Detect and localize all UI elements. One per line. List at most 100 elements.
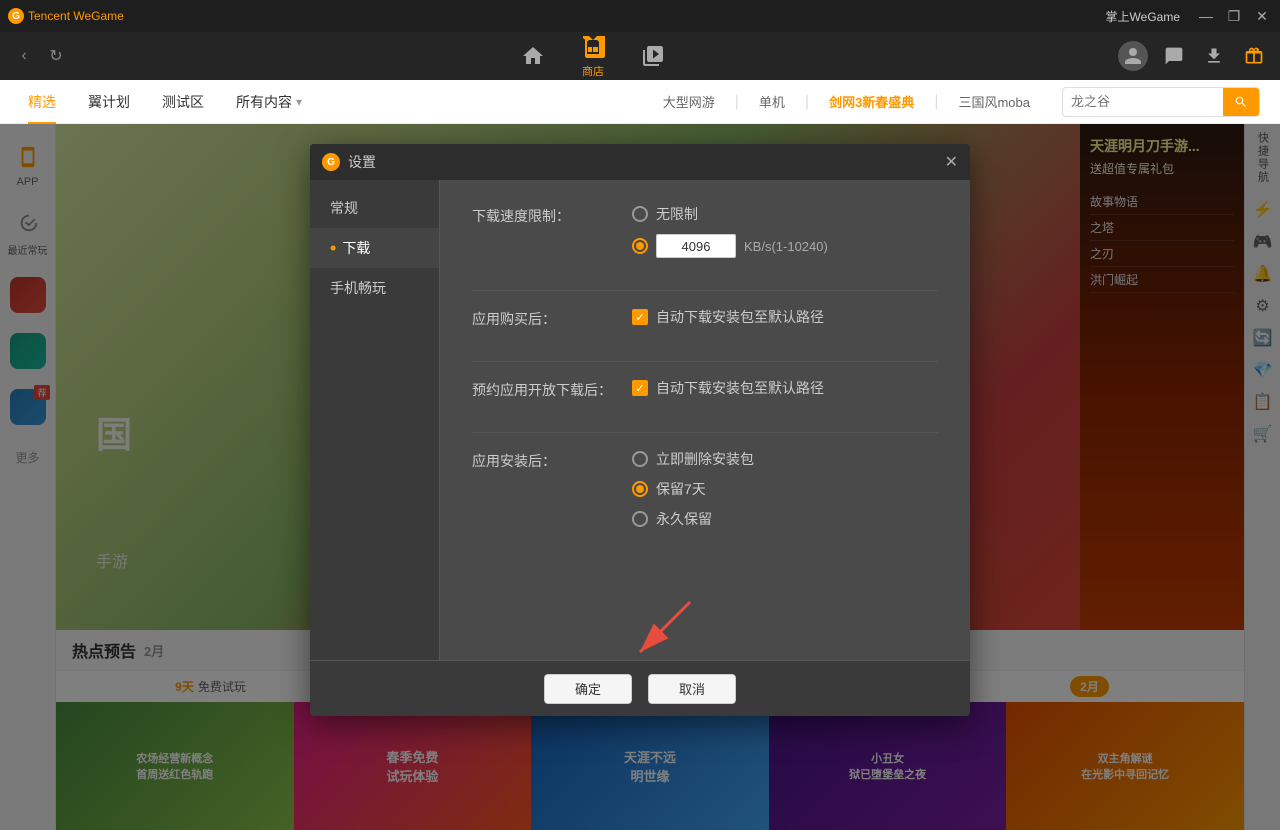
checkbox-reserve-label: 自动下载安装包至默认路径 xyxy=(656,378,824,398)
settings-row-purchase: 应用购买后： 自动下载安装包至默认路径 xyxy=(472,307,938,329)
store-icon xyxy=(579,33,607,61)
search-box xyxy=(1062,87,1260,117)
brand-label: 掌上WeGame xyxy=(1106,8,1180,25)
home-icon xyxy=(519,42,547,70)
nav-div2: | xyxy=(805,93,809,111)
speed-value-input[interactable] xyxy=(656,234,736,258)
reserve-controls: 自动下载安装包至默认路径 xyxy=(632,378,938,398)
checkbox-purchase[interactable]: 自动下载安装包至默认路径 xyxy=(632,307,938,327)
nav-link-jianwang[interactable]: 剑网3新春盛典 xyxy=(813,80,930,124)
toolbar-home-item[interactable] xyxy=(519,42,547,70)
dialog-footer: 确定 取消 xyxy=(310,660,970,716)
settings-row-install: 应用安装后： 立即删除安装包 保留7天 xyxy=(472,449,938,529)
dialog-sidebar: 常规 下载 手机畅玩 xyxy=(310,180,440,660)
nav-link-mmo[interactable]: 大型网游 xyxy=(647,80,731,124)
main-nav: 精选 翼计划 测试区 所有内容 ▾ 大型网游 | 单机 | 剑网3新春盛典 | … xyxy=(0,80,1280,124)
toolbar-center: 商店 xyxy=(84,33,1102,79)
nav-div1: | xyxy=(735,93,739,111)
toolbar-right xyxy=(1118,41,1268,71)
toolbar-icon-gift[interactable] xyxy=(1240,42,1268,70)
checkbox-purchase-box xyxy=(632,309,648,325)
divider-1 xyxy=(472,290,938,291)
toolbar-icon-msg[interactable] xyxy=(1160,42,1188,70)
app-logo: G Tencent WeGame xyxy=(8,8,124,24)
dialog-content: 下载速度限制： 无限制 xyxy=(440,180,970,660)
radio-forever-circle xyxy=(632,511,648,527)
purchase-controls: 自动下载安装包至默认路径 xyxy=(632,307,938,327)
all-content-arrow: ▾ xyxy=(296,95,302,109)
nav-link-single[interactable]: 单机 xyxy=(743,80,801,124)
user-avatar[interactable] xyxy=(1118,41,1148,71)
speed-controls: 无限制 KB/s(1-10240) xyxy=(632,204,938,258)
install-label: 应用安装后： xyxy=(472,449,612,471)
nav-item-featured[interactable]: 精选 xyxy=(12,80,72,124)
radio-custom[interactable]: KB/s(1-10240) xyxy=(632,234,938,258)
settings-dialog: G 设置 ✕ 常规 下载 手机畅玩 xyxy=(310,144,970,716)
dialog-body: 常规 下载 手机畅玩 下载速度限制： xyxy=(310,180,970,660)
settings-section-install: 应用安装后： 立即删除安装包 保留7天 xyxy=(472,449,938,529)
checkbox-reserve[interactable]: 自动下载安装包至默认路径 xyxy=(632,378,938,398)
restore-button[interactable]: ❐ xyxy=(1224,6,1244,26)
nav-item-test[interactable]: 测试区 xyxy=(146,80,220,124)
radio-delete-install[interactable]: 立即删除安装包 xyxy=(632,449,938,469)
radio-keep7[interactable]: 保留7天 xyxy=(632,479,938,499)
search-button[interactable] xyxy=(1223,88,1259,116)
video-icon xyxy=(639,42,667,70)
dialog-titlebar: G 设置 ✕ xyxy=(310,144,970,180)
toolbar-icon-download[interactable] xyxy=(1200,42,1228,70)
dialog-title-text: 设置 xyxy=(348,152,376,172)
confirm-button[interactable]: 确定 xyxy=(544,674,632,704)
install-controls: 立即删除安装包 保留7天 永久保留 xyxy=(632,449,938,529)
settings-row-reserve: 预约应用开放下载后： 自动下载安装包至默认路径 xyxy=(472,378,938,400)
refresh-button[interactable]: ↻ xyxy=(44,44,68,68)
nav-item-wing[interactable]: 翼计划 xyxy=(72,80,146,124)
radio-delete-label: 立即删除安装包 xyxy=(656,449,754,469)
close-button[interactable]: ✕ xyxy=(1252,6,1272,26)
content-area: APP 最近常玩 荐 更多 国 手游 天涯明月 xyxy=(0,124,1280,830)
radio-forever-label: 永久保留 xyxy=(656,509,712,529)
settings-section-speed: 下载速度限制： 无限制 xyxy=(472,204,938,258)
purchase-label: 应用购买后： xyxy=(472,307,612,329)
speed-unit-label: KB/s(1-10240) xyxy=(744,239,828,254)
radio-custom-circle xyxy=(632,238,648,254)
radio-unlimited-label: 无限制 xyxy=(656,204,698,224)
cancel-button[interactable]: 取消 xyxy=(648,674,736,704)
radio-unlimited[interactable]: 无限制 xyxy=(632,204,938,224)
titlebar-controls: 掌上WeGame — ❐ ✕ xyxy=(1106,6,1272,26)
speed-row: KB/s(1-10240) xyxy=(656,234,828,258)
radio-delete-circle xyxy=(632,451,648,467)
search-input[interactable] xyxy=(1063,90,1223,113)
d-sidebar-download-label: 下载 xyxy=(342,238,370,258)
install-radio-group: 立即删除安装包 保留7天 永久保留 xyxy=(632,449,938,529)
minimize-button[interactable]: — xyxy=(1196,6,1216,26)
nav-item-all[interactable]: 所有内容 ▾ xyxy=(220,80,318,124)
radio-keep7-circle xyxy=(632,481,648,497)
dialog-close-button[interactable]: ✕ xyxy=(945,152,958,172)
speed-radio-group: 无限制 KB/s(1-10240) xyxy=(632,204,938,258)
d-sidebar-general-label: 常规 xyxy=(330,198,358,218)
dialog-title-left: G 设置 xyxy=(322,152,376,172)
dialog-sidebar-item-mobile[interactable]: 手机畅玩 xyxy=(310,268,439,308)
radio-keep-forever[interactable]: 永久保留 xyxy=(632,509,938,529)
logo-g-icon: G xyxy=(8,8,24,24)
toolbar-store-item[interactable]: 商店 xyxy=(579,33,607,79)
settings-section-purchase: 应用购买后： 自动下载安装包至默认路径 xyxy=(472,307,938,329)
dialog-sidebar-item-general[interactable]: 常规 xyxy=(310,188,439,228)
store-label: 商店 xyxy=(582,63,604,79)
settings-section-reserve: 预约应用开放下载后： 自动下载安装包至默认路径 xyxy=(472,378,938,400)
dialog-logo-icon: G xyxy=(322,153,340,171)
dialog-sidebar-item-download[interactable]: 下载 xyxy=(310,228,439,268)
divider-2 xyxy=(472,361,938,362)
toolbar-video-item[interactable] xyxy=(639,42,667,70)
checkbox-reserve-box xyxy=(632,380,648,396)
settings-row-speed: 下载速度限制： 无限制 xyxy=(472,204,938,258)
reserve-label: 预约应用开放下载后： xyxy=(472,378,612,400)
radio-keep7-label: 保留7天 xyxy=(656,479,706,499)
nav-link-sanguo[interactable]: 三国风moba xyxy=(942,80,1046,124)
back-button[interactable]: ‹ xyxy=(12,44,36,68)
divider-3 xyxy=(472,432,938,433)
toolbar: ‹ ↻ 商店 xyxy=(0,32,1280,80)
radio-unlimited-circle xyxy=(632,206,648,222)
app-title: Tencent WeGame xyxy=(28,9,124,23)
d-sidebar-mobile-label: 手机畅玩 xyxy=(330,278,386,298)
